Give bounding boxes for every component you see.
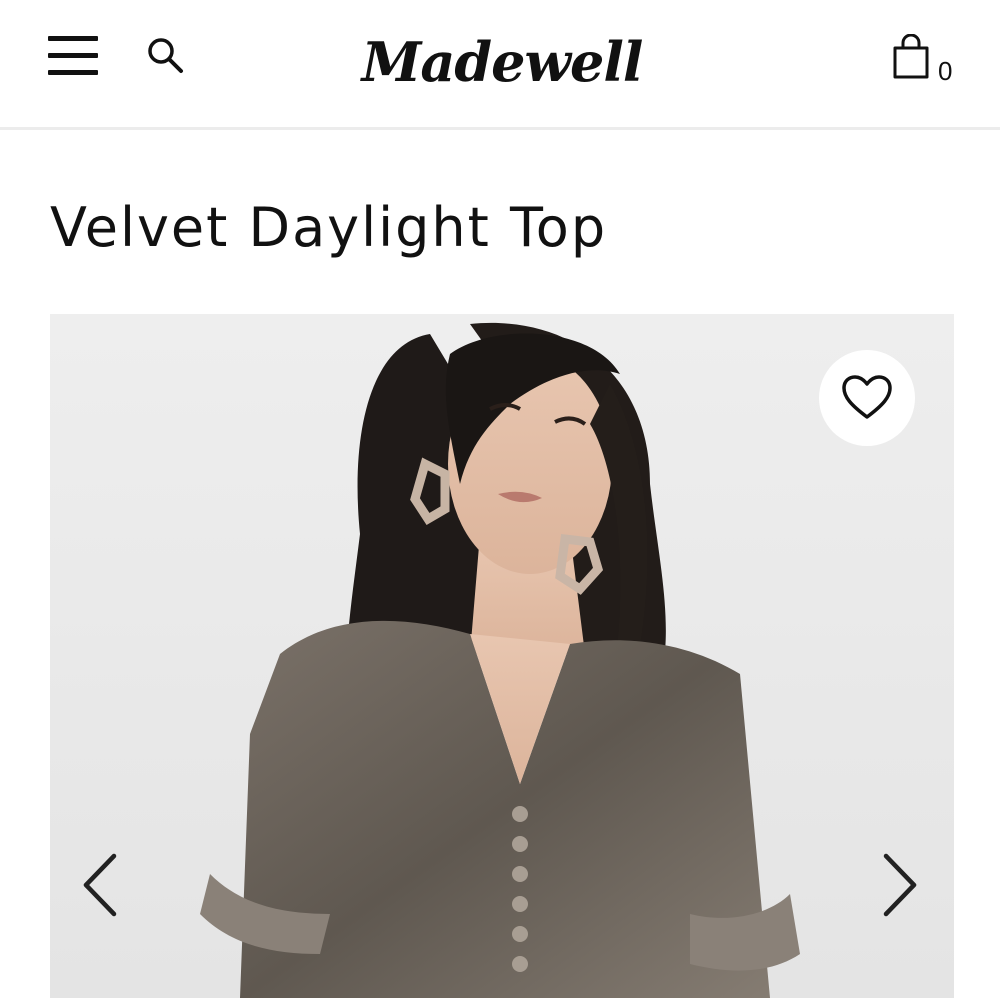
site-header: Madewell 0 <box>0 0 1000 130</box>
shopping-bag-icon <box>893 34 929 79</box>
model-photo <box>50 314 954 998</box>
product-image[interactable] <box>50 314 954 998</box>
brand-logo[interactable]: Madewell <box>352 14 652 110</box>
prev-arrow-svg <box>83 853 117 917</box>
menu-line <box>48 53 98 58</box>
search-icon-svg <box>148 38 183 73</box>
bag-count: 0 <box>938 56 953 86</box>
chevron-left-icon[interactable] <box>80 852 120 918</box>
menu-line <box>48 36 98 41</box>
hamburger-menu-icon[interactable] <box>48 36 100 78</box>
search-icon[interactable] <box>145 36 185 76</box>
menu-line <box>48 70 98 75</box>
heart-icon-svg <box>842 375 892 419</box>
heart-icon[interactable] <box>819 350 915 446</box>
product-title: Velvet Daylight Top <box>50 196 608 259</box>
shopping-bag-button[interactable]: 0 <box>890 34 960 86</box>
logo-text: Madewell <box>361 30 644 94</box>
next-arrow-svg <box>883 853 917 917</box>
chevron-right-icon[interactable] <box>880 852 920 918</box>
